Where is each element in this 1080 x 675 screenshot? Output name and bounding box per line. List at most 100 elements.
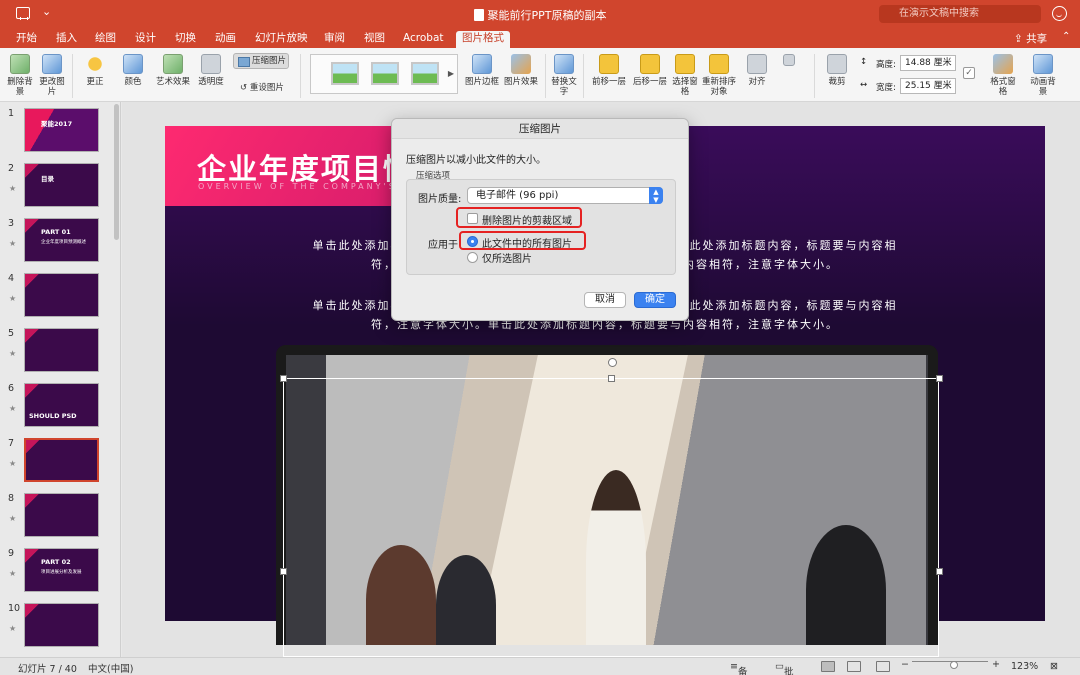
- delete-crop-checkbox[interactable]: [467, 213, 478, 224]
- thumbnail-image[interactable]: [24, 603, 99, 647]
- tab-slideshow[interactable]: 幻灯片放映: [249, 31, 314, 48]
- apply-selected-radio[interactable]: [467, 252, 478, 263]
- color-button[interactable]: 颜色: [118, 54, 148, 87]
- slide-photo[interactable]: [276, 345, 938, 645]
- reorder-objects-button[interactable]: 重新排序对象: [702, 54, 736, 97]
- transparency-button[interactable]: 透明度: [196, 54, 226, 87]
- tab-home[interactable]: 开始: [10, 31, 43, 48]
- resize-handle[interactable]: [936, 568, 943, 575]
- picture-effects-button[interactable]: 图片效果: [503, 54, 539, 87]
- quality-select[interactable]: 电子邮件 (96 ppi) ▲ ▼: [467, 187, 663, 204]
- cancel-button[interactable]: 取消: [584, 292, 626, 308]
- rotate-handle-icon[interactable]: [608, 358, 617, 367]
- resize-handle[interactable]: [280, 568, 287, 575]
- picture-style-3[interactable]: [411, 62, 439, 85]
- bring-forward-button[interactable]: 前移一层: [589, 54, 629, 87]
- tab-design[interactable]: 设计: [129, 31, 162, 48]
- gallery-more-icon[interactable]: ▶: [448, 69, 454, 78]
- tab-review[interactable]: 审阅: [318, 31, 351, 48]
- apply-selected-label[interactable]: 仅所选图片: [482, 250, 532, 265]
- apply-all-radio[interactable]: [467, 236, 478, 247]
- resize-handle[interactable]: [280, 375, 287, 382]
- language-indicator[interactable]: 中文(中国): [88, 661, 133, 675]
- compress-pictures-button[interactable]: 压缩图片: [233, 53, 289, 69]
- select-chevrons-icon[interactable]: ▲ ▼: [649, 187, 663, 204]
- thumbnail-5[interactable]: 5 ★: [0, 328, 120, 383]
- lock-aspect-checkbox[interactable]: ✓: [963, 67, 975, 79]
- quality-select-value: 电子邮件 (96 ppi): [476, 190, 559, 201]
- thumbnail-image[interactable]: [24, 273, 99, 317]
- change-picture-button[interactable]: 更改图片: [38, 54, 66, 97]
- artistic-effects-button[interactable]: 艺术效果: [154, 54, 192, 87]
- normal-view-icon[interactable]: [821, 661, 835, 672]
- zoom-out-icon[interactable]: −: [901, 659, 909, 670]
- corrections-button[interactable]: 更正: [80, 54, 110, 87]
- apply-all-label[interactable]: 此文件中的所有图片: [482, 235, 572, 250]
- feedback-smiley-icon[interactable]: [1052, 6, 1067, 21]
- share-button[interactable]: ⇪ 共享: [1014, 31, 1047, 46]
- zoom-level[interactable]: 123%: [1011, 661, 1038, 672]
- thumbnail-image-selected[interactable]: [24, 438, 99, 482]
- thumbnail-title: 目录: [41, 175, 54, 183]
- collapse-ribbon-icon[interactable]: ⌃: [1062, 31, 1070, 42]
- slide-sorter-icon[interactable]: [847, 661, 861, 672]
- zoom-in-icon[interactable]: +: [992, 659, 1000, 670]
- remove-background-button[interactable]: 删除背景: [6, 54, 34, 97]
- resize-handle[interactable]: [608, 375, 615, 382]
- notes-button[interactable]: ≡ 备注: [730, 661, 747, 675]
- reading-view-icon[interactable]: [876, 661, 890, 672]
- height-field[interactable]: 14.88 厘米: [900, 55, 956, 71]
- animated-background-button[interactable]: 动画背景: [1028, 54, 1058, 97]
- zoom-slider-knob[interactable]: [950, 661, 958, 669]
- alt-text-button[interactable]: 替换文字: [551, 54, 577, 97]
- thumbnail-6[interactable]: 6 ★ SHOULD PSD: [0, 383, 120, 438]
- thumbnail-image[interactable]: 目录: [24, 163, 99, 207]
- send-backward-button[interactable]: 后移一层: [630, 54, 670, 87]
- tab-acrobat[interactable]: Acrobat: [397, 31, 450, 48]
- group-button[interactable]: [782, 54, 796, 69]
- resize-handle[interactable]: [936, 375, 943, 382]
- thumbnail-9[interactable]: 9 ★ PART 02 项目进展分析及发展: [0, 548, 120, 603]
- picture-border-button[interactable]: 图片边框: [464, 54, 500, 87]
- tab-draw[interactable]: 绘图: [89, 31, 122, 48]
- thumbnail-7[interactable]: 7 ★: [0, 438, 120, 493]
- delete-crop-label[interactable]: 删除图片的剪裁区域: [482, 212, 572, 227]
- picture-style-1[interactable]: [331, 62, 359, 85]
- crop-button[interactable]: 裁剪: [820, 54, 854, 87]
- thumbnail-4[interactable]: 4 ★: [0, 273, 120, 328]
- selection-pane-button[interactable]: 选择窗格: [672, 54, 698, 97]
- thumbnail-2[interactable]: 2 ★ 目录: [0, 163, 120, 218]
- width-field[interactable]: 25.15 厘米: [900, 78, 956, 94]
- reset-picture-button[interactable]: ↺ 重设图片: [240, 81, 284, 93]
- thumbnail-image[interactable]: SHOULD PSD: [24, 383, 99, 427]
- artistic-effects-icon: [163, 54, 183, 74]
- thumbnails-scrollbar[interactable]: [114, 104, 119, 240]
- thumbnail-10[interactable]: 10 ★: [0, 603, 120, 657]
- fit-to-window-icon[interactable]: ⊠: [1050, 661, 1058, 672]
- tab-picture-format[interactable]: 图片格式: [456, 31, 510, 48]
- tab-animations[interactable]: 动画: [209, 31, 242, 48]
- align-icon: [747, 54, 767, 74]
- remove-background-icon: [10, 54, 30, 74]
- thumbnail-image[interactable]: [24, 328, 99, 372]
- tab-transitions[interactable]: 切换: [169, 31, 202, 48]
- tab-insert[interactable]: 插入: [50, 31, 83, 48]
- thumbnail-image[interactable]: 聚能2017: [24, 108, 99, 152]
- thumbnail-1[interactable]: 1 聚能2017: [0, 108, 120, 163]
- thumbnail-image[interactable]: PART 02 项目进展分析及发展: [24, 548, 99, 592]
- align-button[interactable]: 对齐: [742, 54, 772, 87]
- thumbnail-image[interactable]: PART 01 企业年度项目预测概述: [24, 218, 99, 262]
- comments-button[interactable]: ▭ 批注: [775, 661, 794, 675]
- thumbnail-8[interactable]: 8 ★: [0, 493, 120, 548]
- ribbon-tabs: 开始 插入 绘图 设计 切换 动画 幻灯片放映 审阅 视图 Acrobat 图片…: [0, 28, 1080, 48]
- tab-view[interactable]: 视图: [358, 31, 391, 48]
- picture-style-2[interactable]: [371, 62, 399, 85]
- picture-styles-gallery[interactable]: ▶: [310, 54, 458, 94]
- thumbnail-image[interactable]: [24, 493, 99, 537]
- window-title-text: 聚能前行PPT原稿的副本: [487, 9, 607, 22]
- format-pane-button[interactable]: 格式窗格: [988, 54, 1018, 97]
- bring-forward-label: 前移一层: [591, 77, 626, 87]
- thumbnail-3[interactable]: 3 ★ PART 01 企业年度项目预测概述: [0, 218, 120, 273]
- ok-button[interactable]: 确定: [634, 292, 676, 308]
- search-input[interactable]: 在演示文稿中搜索: [879, 5, 1041, 23]
